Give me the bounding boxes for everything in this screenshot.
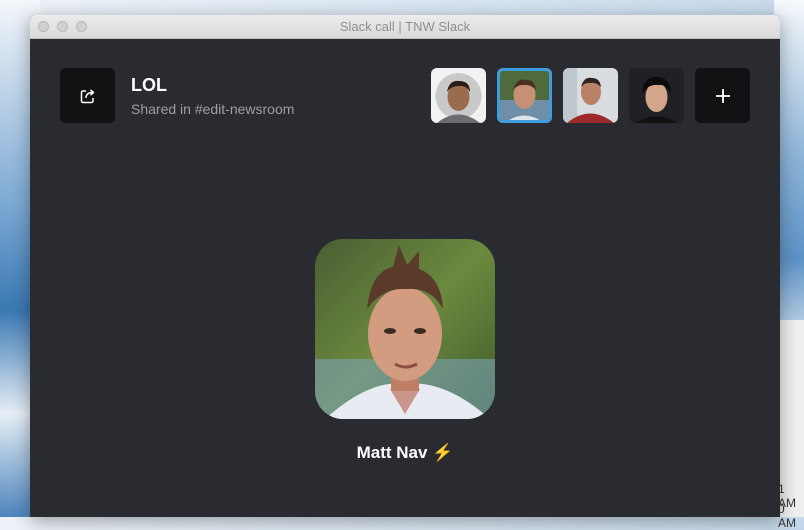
lightning-bolt-emoji: ⚡ (432, 443, 454, 462)
plus-icon (715, 88, 730, 103)
participant-2-avatar[interactable] (497, 68, 552, 123)
speaker-name: Matt Nav ⚡ (30, 443, 780, 463)
speaker-avatar (315, 239, 495, 419)
share-icon (80, 88, 94, 103)
background-window: 1 AM 0 AM (777, 320, 804, 530)
participant-1-avatar[interactable] (431, 68, 486, 123)
add-participant-button[interactable] (695, 68, 750, 123)
share-button[interactable] (60, 68, 115, 123)
participant-3-avatar[interactable] (563, 68, 618, 123)
shared-item-channel[interactable]: Shared in #edit-newsroom (131, 101, 294, 117)
window-title: Slack call | TNW Slack (339, 19, 471, 34)
call-window: Slack call | TNW Slack LOL Shared in #ed… (30, 15, 780, 517)
participant-list (431, 68, 750, 123)
speaker-name-text: Matt Nav (356, 443, 428, 462)
title-bar[interactable]: Slack call | TNW Slack (30, 15, 780, 39)
background-time: 0 AM (778, 502, 796, 530)
shared-item-title[interactable]: LOL (131, 75, 167, 96)
participant-4-avatar[interactable] (629, 68, 684, 123)
